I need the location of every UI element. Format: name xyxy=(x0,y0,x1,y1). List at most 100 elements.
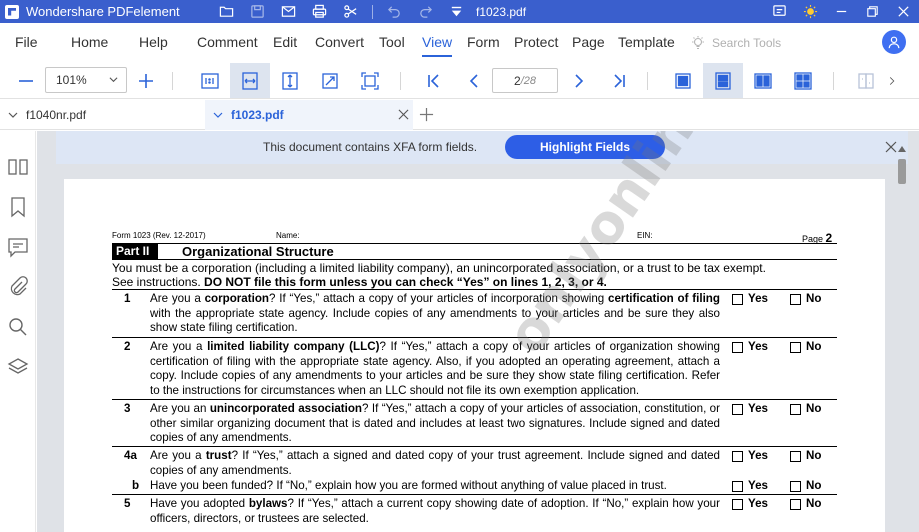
menu-comment[interactable]: Comment xyxy=(197,34,258,50)
checkbox-box[interactable] xyxy=(732,450,743,462)
tab-f1023[interactable]: f1023.pdf xyxy=(205,100,413,130)
search-icon[interactable] xyxy=(7,316,29,338)
menu-convert[interactable]: Convert xyxy=(315,34,364,50)
redo-icon[interactable] xyxy=(410,0,441,23)
yes-checkbox[interactable]: Yes xyxy=(732,340,768,355)
yes-checkbox[interactable]: Yes xyxy=(732,497,768,512)
search-tools[interactable]: Search Tools xyxy=(690,35,781,51)
two-page-button[interactable] xyxy=(743,63,783,98)
zoom-value: 101% xyxy=(56,73,87,87)
close-tab-icon[interactable] xyxy=(398,109,409,120)
highlight-fields-button[interactable]: Highlight Fields xyxy=(505,135,665,159)
checkbox-box[interactable] xyxy=(790,480,801,492)
question-row: 1 Are you a corporation? If “Yes,” attach… xyxy=(112,289,837,337)
no-checkbox[interactable]: No xyxy=(790,449,821,464)
yes-checkbox[interactable]: Yes xyxy=(732,479,768,494)
continuous-page-button[interactable] xyxy=(703,63,743,98)
menu-protect[interactable]: Protect xyxy=(514,34,558,50)
yes-checkbox[interactable]: Yes xyxy=(732,449,768,464)
undo-icon[interactable] xyxy=(379,0,410,23)
last-page-button[interactable] xyxy=(599,63,639,98)
no-checkbox[interactable]: No xyxy=(790,402,821,417)
single-page-button[interactable] xyxy=(663,63,703,98)
minimize-icon[interactable] xyxy=(826,0,857,23)
tab-f1040nr[interactable]: f1040nr.pdf xyxy=(0,100,203,130)
question-row: 3 Are you an unincorporated association? … xyxy=(112,399,837,446)
checkbox-box[interactable] xyxy=(732,498,743,510)
thumbnails-icon[interactable] xyxy=(7,156,29,178)
yes-checkbox[interactable]: Yes xyxy=(732,292,768,307)
chevron-right-icon xyxy=(575,73,584,88)
next-page-button[interactable] xyxy=(559,63,599,98)
menu-file[interactable]: File xyxy=(15,34,38,50)
fit-page-button[interactable] xyxy=(310,63,350,98)
comment-icon[interactable] xyxy=(7,236,29,258)
toolbar-separator xyxy=(647,72,648,90)
menu-form[interactable]: Form xyxy=(467,34,500,50)
bookmark-icon[interactable] xyxy=(7,196,29,218)
chevron-down-icon xyxy=(109,77,118,83)
no-checkbox[interactable]: No xyxy=(790,497,821,512)
actual-size-button[interactable] xyxy=(190,63,230,98)
checkbox-box[interactable] xyxy=(790,341,801,353)
vertical-scrollbar-thumb[interactable] xyxy=(898,159,906,184)
checkbox-box[interactable] xyxy=(790,498,801,510)
theme-sun-icon[interactable] xyxy=(795,0,826,23)
yes-checkbox[interactable]: Yes xyxy=(732,402,768,417)
zoom-in-button[interactable] xyxy=(126,63,166,98)
fit-height-button[interactable] xyxy=(270,63,310,98)
search-tools-placeholder: Search Tools xyxy=(712,36,782,50)
attachment-icon[interactable] xyxy=(7,276,29,298)
part-instructions: You must be a corporation (including a l… xyxy=(112,260,837,289)
no-checkbox[interactable]: No xyxy=(790,340,821,355)
zoom-select[interactable]: 101% xyxy=(45,67,127,93)
two-page-continuous-button[interactable] xyxy=(783,63,823,98)
feedback-icon[interactable] xyxy=(764,0,795,23)
yes-label: Yes xyxy=(748,449,768,462)
restore-icon[interactable] xyxy=(857,0,888,23)
checkbox-box[interactable] xyxy=(732,341,743,353)
quick-access-dropdown-icon[interactable] xyxy=(441,0,472,23)
no-label: No xyxy=(806,497,822,510)
document-viewport[interactable]: This document contains XFA form fields. … xyxy=(37,131,919,532)
total-pages: /28 xyxy=(520,74,536,87)
scroll-up-arrow-icon[interactable] xyxy=(897,145,907,153)
menu-template[interactable]: Template xyxy=(618,34,675,50)
zoom-out-button[interactable] xyxy=(6,63,46,98)
no-checkbox[interactable]: No xyxy=(790,479,821,494)
first-page-button[interactable] xyxy=(414,63,454,98)
menu-edit[interactable]: Edit xyxy=(273,34,297,50)
checkbox-box[interactable] xyxy=(732,293,743,305)
user-account-button[interactable] xyxy=(882,30,906,54)
part-title: Organizational Structure xyxy=(182,244,334,259)
close-window-icon[interactable] xyxy=(888,0,919,23)
previous-page-button[interactable] xyxy=(454,63,494,98)
plus-icon xyxy=(139,73,153,88)
menu-view[interactable]: View xyxy=(422,34,453,57)
new-tab-icon[interactable] xyxy=(419,107,434,122)
full-screen-button[interactable] xyxy=(350,63,390,98)
window-file-name: f1023.pdf xyxy=(476,4,527,19)
print-icon[interactable] xyxy=(304,0,335,23)
no-label: No xyxy=(806,340,822,353)
open-folder-icon[interactable] xyxy=(211,0,242,23)
scissors-icon[interactable] xyxy=(335,0,366,23)
checkbox-box[interactable] xyxy=(732,480,743,492)
fit-width-button[interactable] xyxy=(230,63,270,98)
checkbox-box[interactable] xyxy=(732,403,743,415)
menu-home[interactable]: Home xyxy=(71,34,108,50)
page-number-input[interactable]: 2 /28 xyxy=(492,68,558,93)
close-notice-icon[interactable] xyxy=(885,141,897,153)
toolbar-separator xyxy=(400,72,401,90)
checkbox-box[interactable] xyxy=(790,450,801,462)
checkbox-box[interactable] xyxy=(790,293,801,305)
menu-tool[interactable]: Tool xyxy=(379,34,405,50)
no-checkbox[interactable]: No xyxy=(790,292,821,307)
layers-icon[interactable] xyxy=(7,356,29,378)
toolbar-more-button[interactable] xyxy=(872,63,912,98)
checkbox-box[interactable] xyxy=(790,403,801,415)
menu-page[interactable]: Page xyxy=(572,34,605,50)
save-icon[interactable] xyxy=(242,0,273,23)
email-icon[interactable] xyxy=(273,0,304,23)
menu-help[interactable]: Help xyxy=(139,34,168,50)
